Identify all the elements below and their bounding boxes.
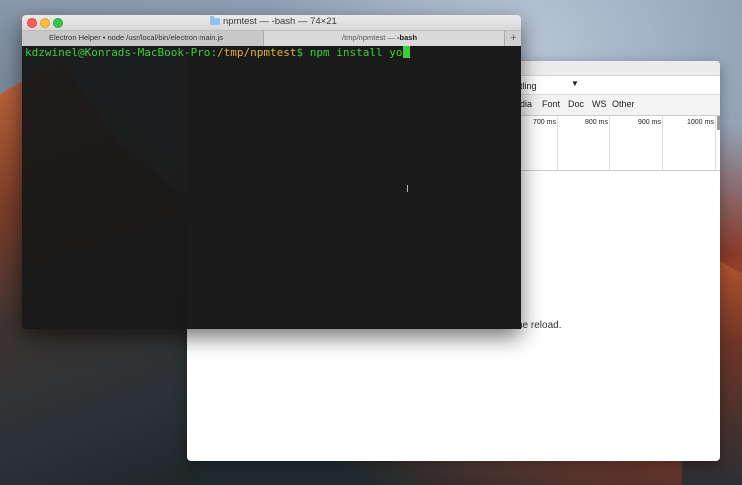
tab-bar: Electron Helper • node /usr/local/bin/el… <box>22 30 521 47</box>
timeline-gridline <box>557 115 558 170</box>
filter-doc[interactable]: Doc <box>568 99 584 109</box>
tab-path: /tmp/npmtest — <box>342 33 398 42</box>
prompt-path: /tmp/npmtest <box>217 46 297 59</box>
filter-ws[interactable]: WS <box>592 99 607 109</box>
chevron-down-icon[interactable]: ▼ <box>571 79 579 88</box>
window-title: npmtest — -bash — 74×21 <box>223 16 337 27</box>
close-button[interactable] <box>27 18 37 28</box>
zoom-button[interactable] <box>53 18 63 28</box>
reload-message: he reload. <box>517 320 562 331</box>
folder-icon <box>210 16 220 25</box>
text-cursor <box>402 46 410 58</box>
prompt-user: kdzwinel@Konrads-MacBook-Pro <box>25 46 211 59</box>
command-line[interactable]: kdzwinel@Konrads-MacBook-Pro:/tmp/npmtes… <box>25 46 410 59</box>
terminal-body-overlap <box>187 46 521 329</box>
minimize-button[interactable] <box>40 18 50 28</box>
timeline-gridline <box>715 115 716 170</box>
tab-bash[interactable]: /tmp/npmtest — -bash <box>264 31 504 46</box>
tab-electron-helper[interactable]: Electron Helper • node /usr/local/bin/el… <box>22 31 264 46</box>
timeline-tick-label: 1000 ms <box>687 119 714 126</box>
timeline-gridline <box>609 115 610 170</box>
filter-other[interactable]: Other <box>612 99 635 109</box>
title-bar[interactable]: npmtest — -bash — 74×21 <box>22 15 521 30</box>
command-text: npm install yo <box>309 46 403 59</box>
timeline-tick-label: 900 ms <box>638 119 661 126</box>
ibeam-cursor-icon: I <box>406 184 409 195</box>
tab-label: Electron Helper • node /usr/local/bin/el… <box>49 33 223 42</box>
filter-media[interactable]: dia <box>520 99 532 109</box>
timeline-gridline <box>662 115 663 170</box>
timeline-tick-label: 700 ms <box>533 119 556 126</box>
tab-process: -bash <box>397 33 418 42</box>
scrollbar[interactable] <box>717 116 720 130</box>
new-tab-button[interactable]: + <box>504 31 521 46</box>
filter-font[interactable]: Font <box>542 99 560 109</box>
tab-label: /tmp/npmtest — -bash <box>342 33 417 42</box>
prompt-symbol: $ <box>296 46 310 59</box>
timeline-tick-label: 800 ms <box>585 119 608 126</box>
throttling-select[interactable]: tling <box>520 81 537 91</box>
